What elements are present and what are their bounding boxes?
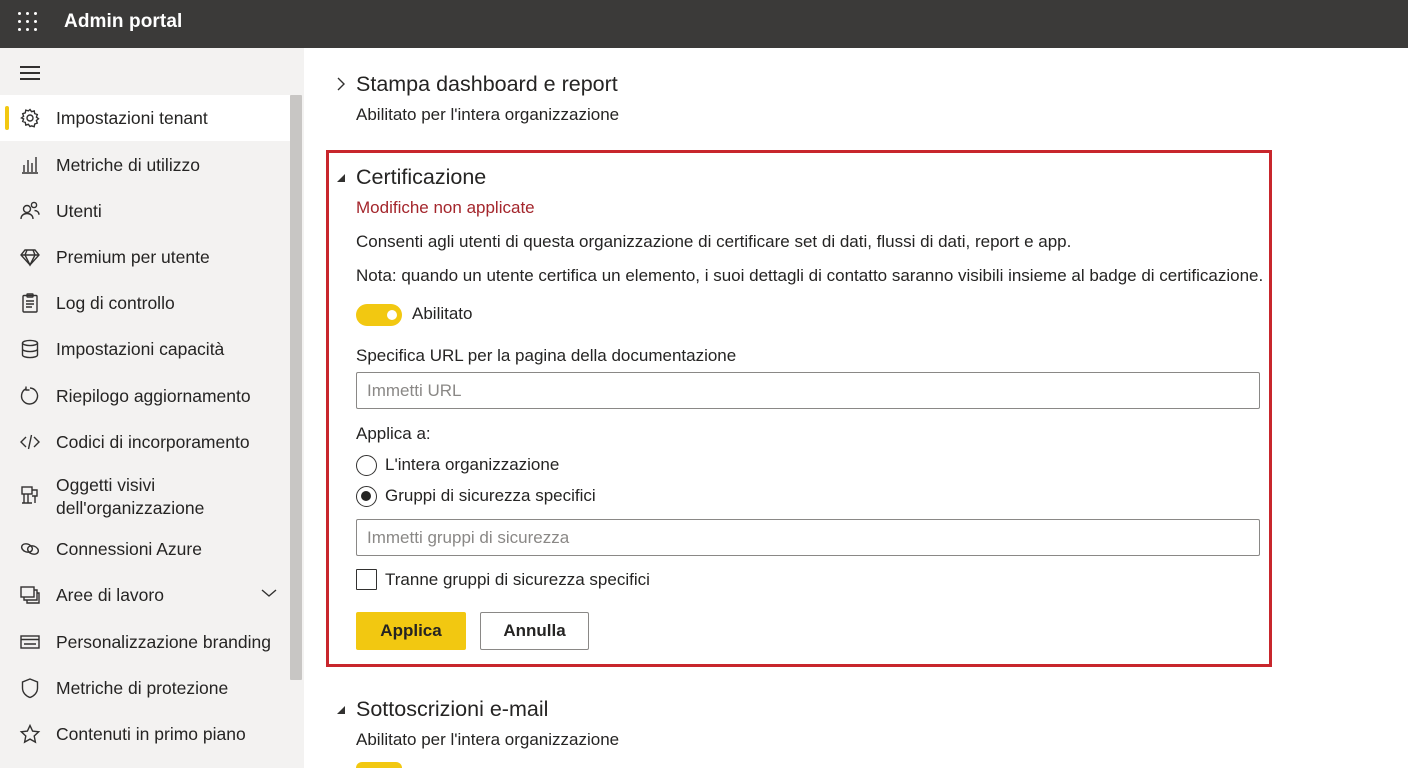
sidebar-item-premium-per-utente[interactable]: Premium per utente	[0, 234, 290, 280]
sidebar-item-metriche-di-protezione[interactable]: Metriche di protezione	[0, 665, 290, 711]
cancel-button[interactable]: Annulla	[480, 612, 589, 650]
apply-to-label: Applica a:	[356, 424, 431, 443]
radio-entire-organization[interactable]	[356, 455, 377, 476]
code-icon	[19, 431, 41, 453]
bar-chart-icon	[19, 154, 41, 176]
visuals-icon	[19, 484, 41, 506]
radio-entire-organization-label[interactable]: L'intera organizzazione	[385, 455, 559, 475]
sidebar-item-label: Log di controllo	[56, 292, 175, 313]
users-icon	[19, 200, 41, 222]
sidebar-item-impostazioni-tenant[interactable]: Impostazioni tenant	[0, 95, 290, 141]
section-title-stampa[interactable]: Stampa dashboard e report	[356, 72, 618, 97]
except-groups-checkbox[interactable]	[356, 569, 377, 590]
sidebar-item-oggetti-visivi[interactable]: Oggetti visivi dell'organizzazione	[0, 472, 290, 526]
apply-button[interactable]: Applica	[356, 612, 466, 650]
sidebar-item-label: Riepilogo aggiornamento	[56, 385, 251, 406]
top-bar: Admin portal	[0, 0, 1408, 48]
chevron-right-icon[interactable]	[334, 76, 348, 97]
certification-description: Consenti agli utenti di questa organizza…	[356, 232, 1072, 251]
sidebar-item-label: Impostazioni tenant	[56, 107, 208, 128]
hamburger-menu-icon[interactable]	[20, 66, 40, 80]
sidebar-item-impostazioni-capacita[interactable]: Impostazioni capacità	[0, 326, 290, 372]
clipboard-icon	[19, 292, 41, 314]
except-groups-label[interactable]: Tranne gruppi di sicurezza specifici	[385, 570, 650, 590]
security-groups-input[interactable]	[356, 519, 1260, 556]
sidebar-item-riepilogo-aggiornamento[interactable]: Riepilogo aggiornamento	[0, 373, 290, 419]
sidebar-item-label: Personalizzazione branding	[56, 631, 271, 652]
sidebar-item-personalizzazione-branding[interactable]: Personalizzazione branding	[0, 619, 290, 665]
sidebar-item-aree-di-lavoro[interactable]: Aree di lavoro	[0, 572, 290, 618]
sidebar-item-contenuti-in-primo-piano[interactable]: Contenuti in primo piano	[0, 711, 290, 757]
sidebar-item-label: Utenti	[56, 200, 102, 221]
link-icon	[19, 538, 41, 560]
workspaces-icon	[19, 584, 41, 606]
certification-note: Nota: quando un utente certifica un elem…	[356, 266, 1264, 285]
chevron-down-icon[interactable]	[260, 586, 278, 604]
sidebar-item-label: Metriche di protezione	[56, 677, 229, 698]
star-icon	[19, 723, 41, 745]
shield-icon	[19, 677, 41, 699]
triangle-down-icon[interactable]	[335, 171, 347, 189]
sidebar-item-utenti[interactable]: Utenti	[0, 188, 290, 234]
sidebar-item-label: Codici di incorporamento	[56, 431, 250, 452]
sidebar-item-connessioni-azure[interactable]: Connessioni Azure	[0, 526, 290, 572]
radio-specific-security-groups-label[interactable]: Gruppi di sicurezza specifici	[385, 486, 596, 506]
app-launcher-icon[interactable]	[18, 12, 38, 32]
documentation-url-input[interactable]	[356, 372, 1260, 409]
email-toggle-partial[interactable]	[356, 762, 402, 768]
radio-specific-security-groups[interactable]	[356, 486, 377, 507]
sidebar-item-metriche-di-utilizzo[interactable]: Metriche di utilizzo	[0, 142, 290, 188]
diamond-icon	[19, 246, 41, 268]
sidebar-scrollbar[interactable]	[290, 95, 302, 680]
sidebar-item-label: Contenuti in primo piano	[56, 723, 246, 744]
sidebar-item-label: Premium per utente	[56, 246, 210, 267]
database-icon	[19, 338, 41, 360]
toggle-label: Abilitato	[412, 304, 473, 323]
toggle-knob	[387, 310, 397, 320]
sidebar-item-label: Oggetti visivi dell'organizzazione	[56, 475, 205, 518]
sidebar-item-label: Connessioni Azure	[56, 538, 202, 559]
sidebar-item-codici-di-incorporamento[interactable]: Codici di incorporamento	[0, 419, 290, 465]
gear-icon	[19, 107, 41, 129]
unapplied-changes-warning: Modifiche non applicate	[356, 198, 535, 217]
section-status-stampa: Abilitato per l'intera organizzazione	[356, 105, 620, 124]
branding-icon	[19, 631, 41, 653]
app-title: Admin portal	[64, 11, 183, 32]
sidebar: Impostazioni tenant Metriche di utilizzo…	[0, 48, 304, 768]
section-title-certificazione[interactable]: Certificazione	[356, 165, 486, 190]
section-title-sottoscrizioni[interactable]: Sottoscrizioni e-mail	[356, 697, 548, 722]
enabled-toggle[interactable]	[356, 304, 402, 326]
section-status-sottoscrizioni: Abilitato per l'intera organizzazione	[356, 730, 620, 749]
sidebar-item-log-di-controllo[interactable]: Log di controllo	[0, 280, 290, 326]
sidebar-item-label: Metriche di utilizzo	[56, 154, 200, 175]
triangle-down-icon[interactable]	[335, 703, 347, 721]
refresh-icon	[19, 385, 41, 407]
sidebar-item-label: Impostazioni capacità	[56, 338, 225, 359]
sidebar-item-label: Aree di lavoro	[56, 584, 164, 605]
url-field-label: Specifica URL per la pagina della docume…	[356, 346, 737, 365]
